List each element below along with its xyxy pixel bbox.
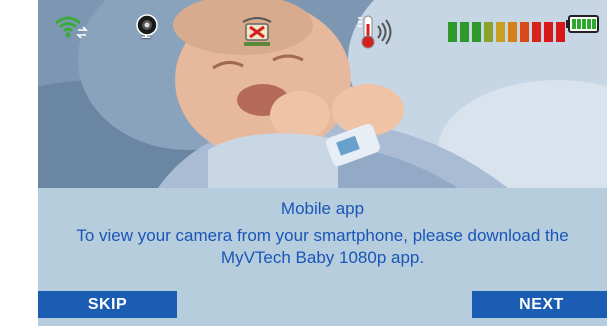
dialog-message: To view your camera from your smartphone… [76,226,569,267]
monitor-screen: 1 [38,0,607,326]
skip-button[interactable]: SKIP [38,291,177,318]
camera-indicator: 1 [136,14,158,50]
signal-bar [508,22,517,42]
signal-bar [448,22,457,42]
next-button[interactable]: NEXT [472,291,607,318]
camera-icon [136,14,158,36]
signal-bar [472,22,481,42]
signal-bar [544,22,553,42]
signal-bar [556,22,565,42]
signal-bar [496,22,505,42]
camera-video-feed: 1 [38,0,607,188]
signal-bar [520,22,529,42]
signal-bar [532,22,541,42]
signal-bar [460,22,469,42]
status-bar: 1 [38,14,607,50]
mobile-app-dialog: Mobile app To view your camera from your… [38,188,607,326]
signal-strength-bars [448,22,565,42]
dialog-title: Mobile app [280,199,365,218]
signal-strength-meter [448,14,565,50]
signal-bar [484,22,493,42]
